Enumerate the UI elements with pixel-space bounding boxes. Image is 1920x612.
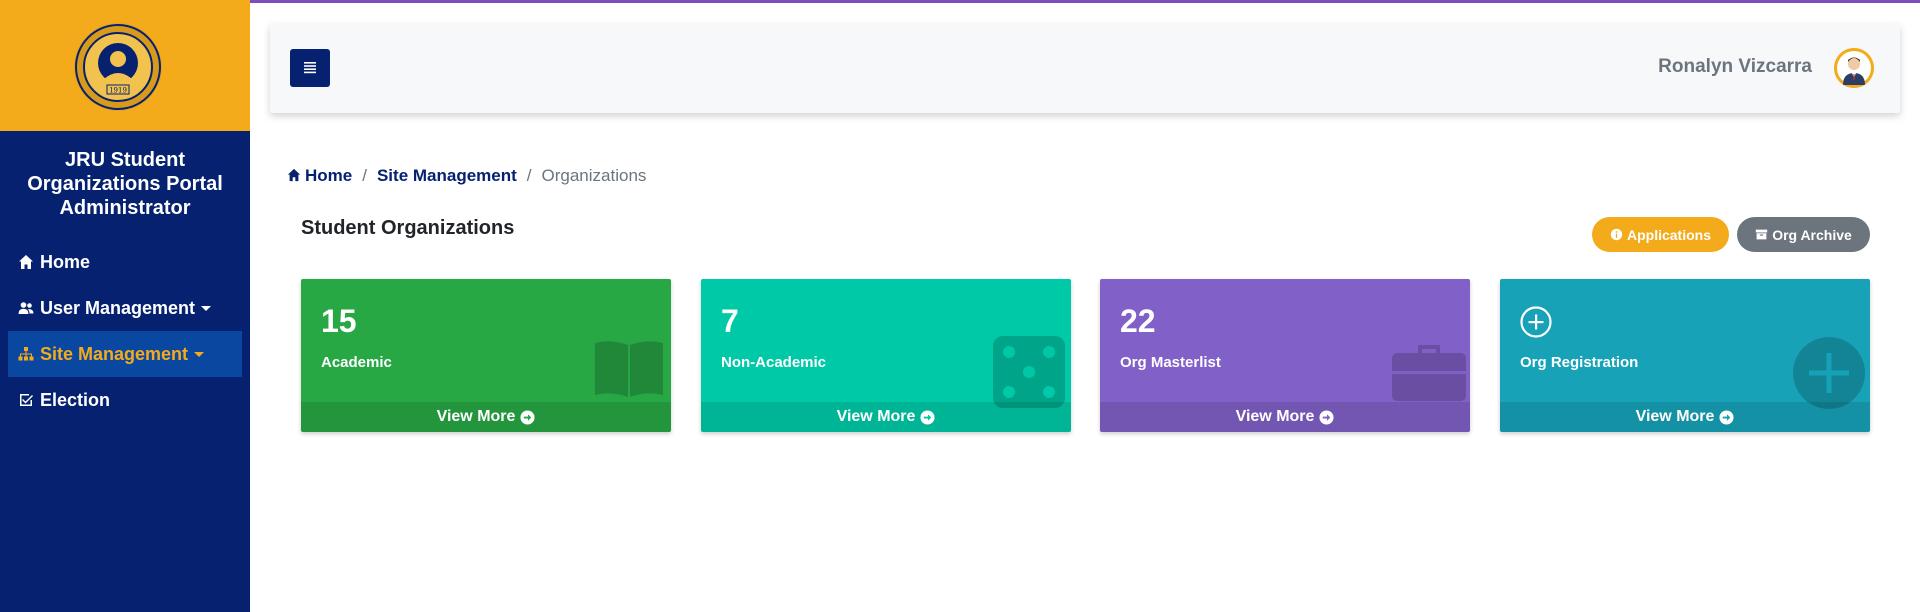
card-label: Org Registration [1520,354,1639,371]
home-icon [287,166,305,186]
sidebar-item-home[interactable]: Home [8,239,242,285]
university-seal-logo[interactable]: 1919 [74,23,162,111]
breadcrumb-separator: / [526,166,532,185]
card-count: 15 [321,303,357,339]
chevron-down-icon [201,305,212,311]
view-more-label: View More [1635,408,1715,425]
svg-text:1919: 1919 [109,87,127,95]
page-title: Student Organizations [301,217,515,239]
hamburger-icon [304,62,316,74]
checkbox-icon [18,392,38,408]
breadcrumb-separator: / [362,166,367,185]
dice-icon [993,336,1065,408]
sidebar-item-label: Site Management [40,343,189,364]
avatar[interactable] [1834,48,1874,88]
logo-area: 1919 [0,0,250,131]
sidebar-item-label: User Management [40,297,196,318]
home-icon [18,254,38,270]
users-icon [18,300,38,316]
academic-card: 15 Academic View More [301,279,671,432]
archive-icon [1756,229,1768,240]
breadcrumb-site-management-link[interactable]: Site Management [377,166,517,186]
book-icon [595,341,663,397]
view-more-label: View More [836,408,916,425]
plus-circle-icon [1520,306,1552,338]
plus-circle-icon [1793,337,1865,409]
arrow-circle-right-icon [520,409,535,425]
view-more-link[interactable]: View More [701,402,1071,432]
breadcrumb-home-link[interactable]: Home [305,166,352,186]
card-count: 7 [721,303,739,339]
non-academic-card: 7 Non-Academic View More [701,279,1071,432]
arrow-circle-right-icon [1319,409,1334,425]
applications-button[interactable]: Applications [1592,217,1729,252]
card-count: 22 [1120,303,1156,339]
top-accent-bar [0,0,1920,3]
arrow-circle-right-icon [1719,409,1734,425]
view-more-link[interactable]: View More [1500,402,1870,432]
org-archive-label: Org Archive [1772,226,1852,243]
breadcrumb-current: Organizations [541,166,647,185]
user-name[interactable]: Ronalyn Vizcarra [1658,56,1812,78]
top-header: Ronalyn Vizcarra [270,24,1900,113]
chevron-down-icon [194,351,205,357]
view-more-label: View More [1235,408,1315,425]
arrow-circle-right-icon [920,409,935,425]
sidebar-item-label: Home [40,251,91,272]
card-label: Academic [321,354,392,371]
briefcase-icon [1392,345,1466,401]
view-more-link[interactable]: View More [1100,402,1470,432]
menu-toggle-button[interactable] [290,49,330,87]
portal-title: JRU Student Organizations Portal Adminis… [27,149,223,219]
sidebar-item-election[interactable]: Election [8,377,242,423]
org-masterlist-card: 22 Org Masterlist View More [1100,279,1470,432]
sidebar: 1919 JRU Student Organizations Portal Ad… [0,0,250,612]
sidebar-nav: Home User Management Site Management Ele… [8,239,242,423]
applications-label: Applications [1626,226,1711,243]
info-circle-icon [1610,228,1623,241]
view-more-label: View More [436,408,516,425]
card-label: Org Masterlist [1120,354,1221,371]
breadcrumb: Home / Site Management / Organizations [287,166,646,186]
sidebar-item-site-management[interactable]: Site Management [8,331,242,377]
card-label: Non-Academic [721,354,827,371]
view-more-link[interactable]: View More [301,402,671,432]
org-archive-button[interactable]: Org Archive [1737,217,1870,252]
sitemap-icon [18,346,38,362]
org-registration-card: Org Registration View More [1500,279,1870,432]
sidebar-item-user-management[interactable]: User Management [8,285,242,331]
sidebar-item-label: Election [40,389,111,410]
